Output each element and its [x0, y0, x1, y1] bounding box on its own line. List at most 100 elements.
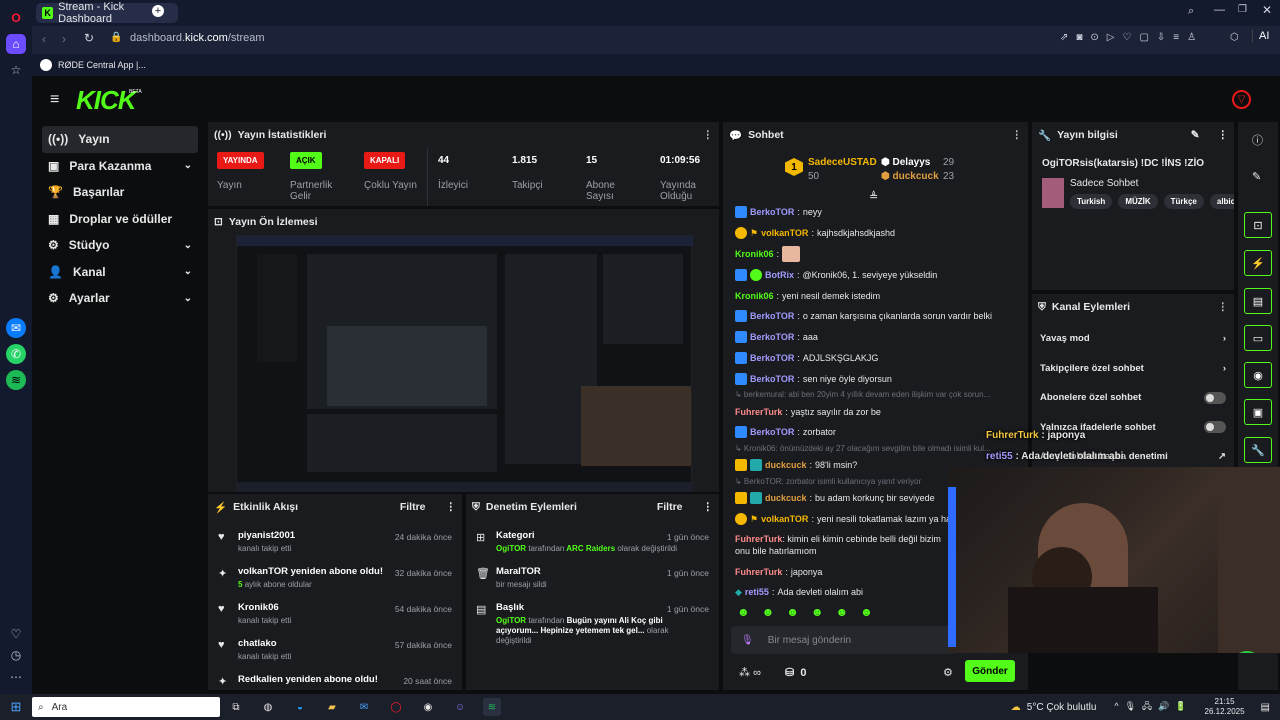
notification-icon[interactable]: ▤ — [1261, 702, 1270, 713]
archive-icon[interactable]: ▣ — [1244, 399, 1272, 425]
tag[interactable]: Turkish — [1070, 194, 1113, 209]
history-icon[interactable]: ◷ — [6, 645, 26, 665]
tag[interactable]: MÜZİK — [1118, 194, 1158, 209]
weather-text[interactable]: 5°C Çok bulutlu — [1027, 702, 1097, 713]
preview-toggle-icon[interactable]: ⊡ — [1244, 212, 1272, 238]
chat-user[interactable]: BerkoTOR — [750, 426, 794, 438]
nav-item-droplar[interactable]: ▦ Droplar ve ödüller — [42, 206, 198, 233]
kick-logo[interactable]: KICK — [76, 85, 137, 116]
more-icon[interactable]: ⋮ — [1218, 129, 1229, 141]
clock[interactable]: 21:15 26.12.2025 — [1205, 697, 1245, 717]
extension-icon[interactable]: ⬡ — [1230, 32, 1239, 43]
nav-item-kanal[interactable]: 👤 Kanal ⌄ — [42, 259, 198, 286]
chat-user[interactable]: BerkoTOR — [750, 310, 794, 322]
nav-item-studyo[interactable]: ⚙ Stüdyo ⌄ — [42, 232, 198, 259]
edit-icon[interactable]: ✎ — [1191, 129, 1200, 141]
chat-user[interactable]: BerkoTOR — [750, 352, 794, 364]
chat-user[interactable]: duckcuck — [765, 492, 807, 504]
search-icon[interactable]: ⌕ — [1188, 5, 1194, 18]
reload-icon[interactable]: ↻ — [84, 31, 94, 45]
filter-button[interactable]: Filtre — [657, 501, 683, 513]
slow-mode-row[interactable]: Yavaş mod › — [1032, 324, 1234, 354]
followers-only-row[interactable]: Takipçilere özel sohbet › — [1032, 354, 1234, 384]
more-icon[interactable]: ⋮ — [446, 501, 457, 513]
wrench-icon[interactable]: 🔧 — [1244, 437, 1272, 463]
forward-icon[interactable]: › — [62, 32, 66, 46]
more-icon[interactable]: ⋮ — [1218, 301, 1229, 313]
info-icon[interactable]: ⓘ — [1252, 132, 1263, 148]
close-icon[interactable]: ✕ — [1262, 3, 1272, 17]
mod-user[interactable]: OgiTOR — [496, 616, 526, 625]
chat-user[interactable]: BotRix — [765, 269, 794, 281]
chat-user[interactable]: volkanTOR — [761, 513, 808, 525]
nav-item-ayarlar[interactable]: ⚙ Ayarlar ⌄ — [42, 285, 198, 312]
subscribers-only-toggle[interactable] — [1204, 391, 1226, 404]
opera-logo-icon[interactable]: O — [6, 8, 26, 28]
menu-icon[interactable]: ≡ — [50, 91, 59, 109]
nav-item-para-kazanma[interactable]: ▣ Para Kazanma ⌄ — [42, 153, 198, 180]
emote-only-toggle[interactable] — [1204, 421, 1226, 434]
document-icon[interactable]: ▤ — [1244, 288, 1272, 314]
broadcast-icon[interactable]: ◉ — [1244, 362, 1272, 388]
chat-user[interactable]: volkanTOR — [761, 227, 808, 239]
ai-button[interactable]: AI — [1252, 30, 1269, 42]
chat-user[interactable]: FuhrerTurk — [735, 534, 782, 544]
windows-start-icon[interactable]: ⊞ — [7, 698, 25, 716]
more-icon[interactable]: ⋮ — [703, 501, 714, 513]
back-icon[interactable]: ‹ — [42, 32, 46, 46]
bookmark-rode[interactable]: RØDE Central App |... — [58, 60, 146, 70]
chat-user[interactable]: FuhrerTurk — [735, 566, 782, 578]
leader-name[interactable]: ⬢ Delayys — [881, 157, 930, 168]
messenger-icon[interactable]: ✉ — [6, 318, 26, 338]
folder-icon[interactable]: ▰ — [323, 698, 341, 716]
heart-icon[interactable]: ♡ — [6, 624, 26, 644]
chat-user[interactable]: Kronik06 — [735, 290, 774, 302]
search-input[interactable]: ⌕ Ara — [32, 697, 220, 717]
tray-icons[interactable]: ^🎙🖧🔊🔋 — [1114, 699, 1192, 715]
url-field[interactable]: dashboard.kick.com/stream — [130, 32, 265, 44]
obs-icon[interactable]: ◉ — [419, 698, 437, 716]
globe-icon[interactable]: ◍ — [259, 698, 277, 716]
category-name[interactable]: Sadece Sohbet — [1070, 178, 1138, 189]
leader-name[interactable]: SadeceUSTAD — [808, 157, 877, 168]
outlook-icon[interactable]: ✉ — [355, 698, 373, 716]
leader-name[interactable]: ⬢ duckcuck — [881, 171, 939, 182]
tag[interactable]: albio — [1209, 194, 1234, 209]
chat-user[interactable]: reti55 — [745, 586, 769, 598]
spotify-icon[interactable]: ≋ — [6, 370, 26, 390]
filter-button[interactable]: Filtre — [400, 501, 426, 513]
more-icon[interactable]: ⋯ — [6, 667, 26, 687]
emote-bar[interactable]: ☻☻☻☻☻☻ — [737, 605, 885, 619]
task-view-icon[interactable]: ⧉ — [227, 698, 245, 716]
chat-user[interactable]: BerkoTOR — [750, 331, 794, 343]
avatar[interactable]: ▽ — [1232, 90, 1251, 109]
nav-item-yayin[interactable]: ((•)) Yayın — [42, 126, 198, 153]
chat-input[interactable]: 🎙 Bir mesaj gönderin — [731, 626, 956, 654]
chat-user[interactable]: Kronik06 — [735, 248, 774, 260]
infinity-indicator[interactable]: ⁂ ∞ — [739, 666, 761, 679]
discord-icon[interactable]: ☺ — [451, 698, 469, 716]
star-icon[interactable]: ☆ — [6, 60, 26, 80]
send-button[interactable]: Gönder — [965, 660, 1015, 682]
spotify-icon[interactable]: ≋ — [483, 698, 501, 716]
chat-user[interactable]: BerkoTOR — [750, 373, 794, 385]
toolbar-icons[interactable]: ⇗◙⊙▷♡▢⇩≡♙ — [1060, 32, 1204, 43]
whatsapp-icon[interactable]: ✆ — [6, 344, 26, 364]
bolt-icon[interactable]: ⚡ — [1244, 250, 1272, 276]
home-icon[interactable]: ⌂ — [6, 34, 26, 54]
tag[interactable]: Türkçe — [1163, 194, 1204, 209]
minimize-icon[interactable]: — — [1214, 4, 1225, 16]
more-icon[interactable]: ⋮ — [1012, 129, 1023, 141]
chat-user[interactable]: BerkoTOR — [750, 206, 794, 218]
edge-icon[interactable]: ◒ — [291, 698, 309, 716]
nav-item-basarilar[interactable]: 🏆 Başarılar — [42, 179, 198, 206]
chat-user[interactable]: FuhrerTurk — [735, 406, 782, 418]
chat-icon[interactable]: ▭ — [1244, 325, 1272, 351]
chat-settings-icon[interactable]: ⚙ — [943, 666, 953, 679]
chat-user[interactable]: duckcuck — [765, 459, 807, 471]
new-tab-button[interactable]: + — [152, 5, 164, 17]
more-icon[interactable]: ⋮ — [703, 129, 714, 141]
mod-user[interactable]: OgiTOR — [496, 544, 526, 553]
opera-icon[interactable]: ◯ — [387, 698, 405, 716]
stream-preview-video[interactable] — [236, 235, 693, 492]
